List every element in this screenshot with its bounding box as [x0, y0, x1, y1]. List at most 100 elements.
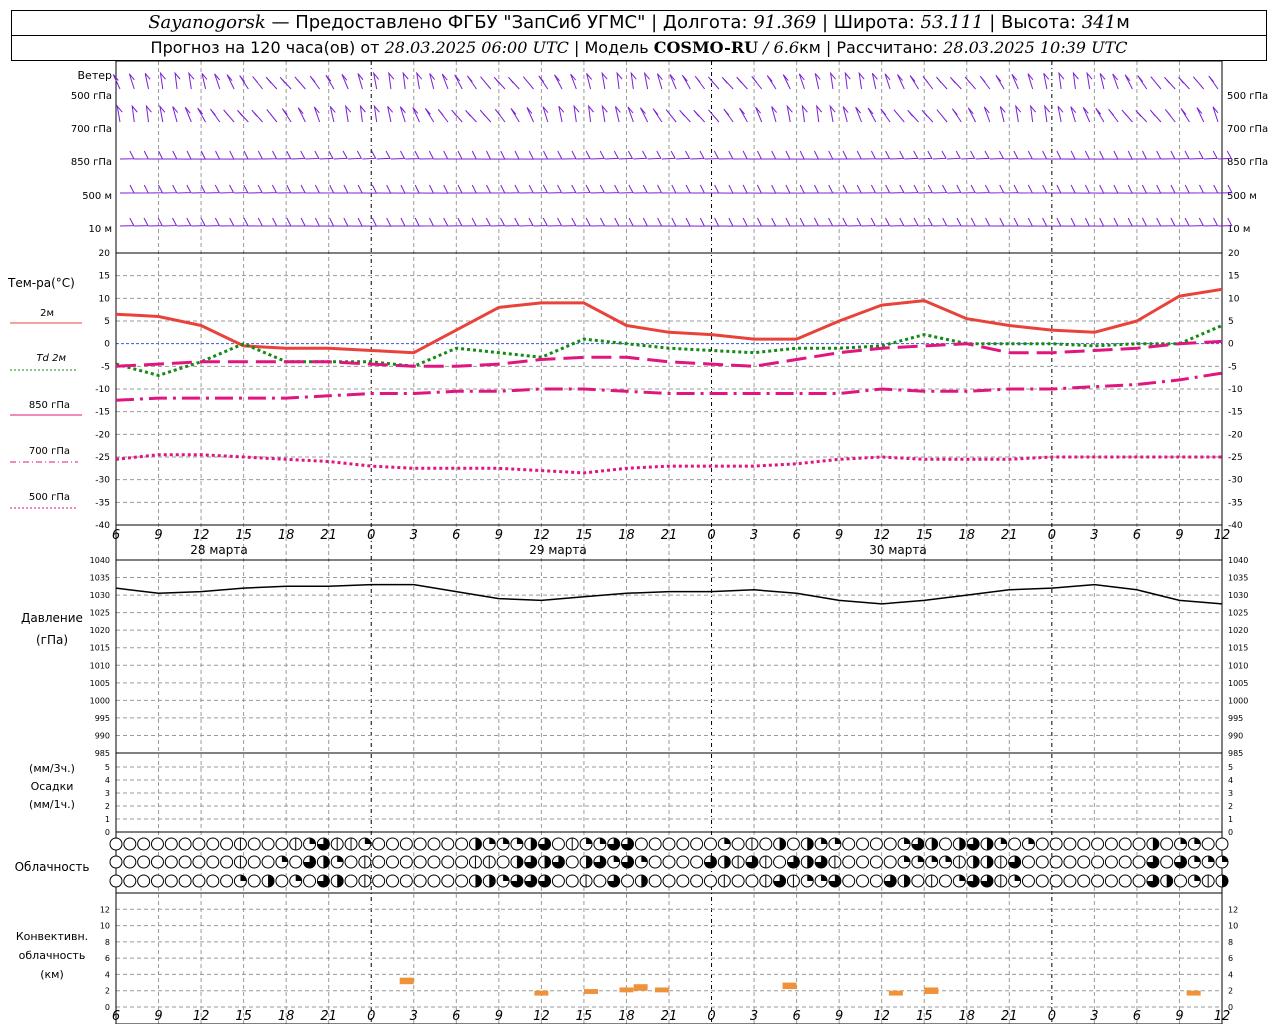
wind-barb-r0-c72: [1137, 75, 1148, 90]
wind-barb-stroke-r4-c12: [291, 217, 306, 227]
cloud-symbol-r2-c38: [634, 874, 648, 888]
wind-barb-r3-c18: [376, 184, 392, 194]
wind-barb-r1-c25: [465, 109, 477, 123]
cloud-symbol-r2-c25: [455, 874, 469, 888]
wind-barb-stroke-r4-c65: [1046, 217, 1062, 227]
wind-barb-r3-c48: [804, 184, 820, 194]
wind-barb-r1-c42: [708, 109, 720, 123]
cloud-circle-r0-c55: [869, 837, 883, 851]
wind-barb-r0-c20: [402, 71, 409, 90]
cloud-fill-r1-c58: [917, 856, 924, 862]
wind-barb-r2-c69: [1103, 150, 1119, 160]
cloud-symbol-r1-c45: [731, 855, 745, 869]
cloud-symbol-r2-c59: [925, 874, 939, 888]
cloud-symbol-r1-c0: [109, 855, 123, 869]
wind-barb-stroke-r4-c61: [989, 217, 1005, 227]
wind-barb-stroke-r2-c1: [134, 150, 150, 160]
conv-bar-9: [1186, 990, 1201, 996]
wind-barb-stroke-r1-c8: [223, 109, 235, 123]
cloud-circle-r1-c6: [192, 855, 206, 869]
wind-barb-stroke-r1-c33: [587, 104, 594, 123]
cloud-symbol-r1-c49: [786, 855, 800, 869]
wind-barb-r3-c23: [447, 184, 463, 194]
cloud-circle-r1-c39: [648, 855, 662, 869]
cloud-symbol-r2-c62: [966, 874, 980, 888]
hour-label-bottom-16: 6: [792, 1009, 800, 1024]
wind-barb-r2-c36: [633, 150, 648, 160]
cloud-symbol-r0-c11: [261, 837, 275, 851]
wind-barb-r2-c66: [1061, 150, 1076, 160]
wind-barb-stroke-r3-c13: [305, 184, 321, 194]
wind-barb-r3-c70: [1118, 184, 1133, 194]
wind-barb-stroke-r2-c19: [390, 150, 406, 160]
temp-tick-right-0: 20: [1228, 249, 1240, 259]
cloud-symbol-r0-c28: [496, 837, 510, 851]
cloud-circle-r0-c67: [1035, 837, 1049, 851]
cloud-symbol-r2-c22: [413, 874, 427, 888]
wind-barb-r1-c45: [755, 106, 763, 123]
cloud-fill-r1-c63: [986, 856, 993, 868]
wind-barb-r0-c53: [871, 73, 878, 90]
wind-barb-r2-c7: [219, 150, 235, 160]
wind-barb-stroke-r4-c17: [362, 217, 378, 227]
cloud-symbol-r1-c46: [745, 855, 759, 869]
cloud-symbol-r0-c10: [247, 837, 261, 851]
wind-barb-stroke-r1-c2: [145, 104, 152, 123]
precip-unit-3h: (мм/3ч.): [29, 762, 75, 775]
pres-tick-right-5: 1015: [1228, 644, 1248, 653]
wind-barb-r0-c37: [643, 71, 650, 90]
wind-barb-stroke-r3-c8: [234, 184, 249, 194]
cloud-symbol-r0-c80: [1215, 837, 1229, 851]
temp-tick-right-8: -20: [1228, 430, 1243, 440]
cloud-circle-r0-c49: [786, 837, 800, 851]
cloud-symbol-r1-c27: [482, 855, 496, 869]
cloud-symbol-r2-c12: [275, 874, 289, 888]
wind-barb-stroke-r3-c49: [818, 184, 834, 194]
precip-tick-left-1: 4: [105, 776, 110, 785]
wind-barb-r1-c18: [373, 104, 380, 123]
wind-barb-stroke-r1-c59: [951, 108, 962, 123]
cloud-symbol-r1-c37: [621, 855, 635, 869]
cloud-symbol-r1-c26: [468, 855, 482, 869]
cloud-circle-r2-c73: [1118, 874, 1132, 888]
cloud-symbol-r0-c45: [731, 837, 745, 851]
wind-barb-stroke-r4-c58: [947, 217, 962, 227]
cloud-symbol-r1-c53: [842, 855, 856, 869]
hour-label-top-13: 21: [661, 528, 678, 543]
temp-tick-left-10: -30: [95, 476, 110, 486]
cloud-symbol-r1-c25: [455, 855, 469, 869]
wind-barb-r1-c40: [679, 109, 691, 123]
wind-barb-r4-c62: [1004, 217, 1019, 227]
cloud-circle-r1-c76: [1160, 855, 1174, 869]
wind-barb-r0-c22: [429, 73, 436, 90]
wind-barb-r0-c35: [616, 71, 623, 90]
wind-barb-stroke-r2-c73: [1160, 150, 1176, 160]
wind-barb-stroke-r3-c27: [505, 184, 520, 194]
wind-barb-r0-c67: [1072, 71, 1079, 90]
cloud-symbol-r0-c52: [828, 837, 842, 851]
wind-barb-stroke-r2-c55: [904, 150, 919, 160]
wind-barb-r0-c0: [112, 74, 121, 90]
wind-barb-r4-c24: [462, 217, 477, 227]
cloud-circle-r2-c67: [1035, 874, 1049, 888]
wind-barb-r1-c3: [159, 104, 166, 123]
cloud-circle-r1-c70: [1077, 855, 1091, 869]
wind-barb-stroke-r3-c50: [832, 184, 848, 194]
cloud-circle-r1-c13: [289, 855, 303, 869]
cloud-label: Облачность: [15, 860, 90, 874]
cloud-circle-r1-c40: [662, 855, 676, 869]
wind-barb-stroke-r1-c18: [373, 104, 380, 123]
wind-barb-stroke-r2-c0: [119, 150, 135, 160]
wind-barb-r1-c28: [510, 108, 520, 123]
cloud-symbol-r0-c6: [192, 837, 206, 851]
wind-barb-stroke-r3-c42: [718, 184, 734, 194]
cloud-symbol-r1-c11: [261, 855, 275, 869]
precip-tick-right-2: 3: [1228, 789, 1233, 798]
cloud-symbol-r2-c23: [427, 874, 441, 888]
cloud-symbol-r0-c30: [524, 837, 538, 851]
hour-label-bottom-8: 6: [452, 1009, 460, 1024]
pres-tick-right-6: 1010: [1228, 661, 1248, 670]
wind-barb-stroke-r0-c32: [570, 73, 577, 90]
wind-barb-stroke-r4-c36: [633, 217, 649, 227]
wind-barb-r1-c33: [587, 104, 594, 123]
